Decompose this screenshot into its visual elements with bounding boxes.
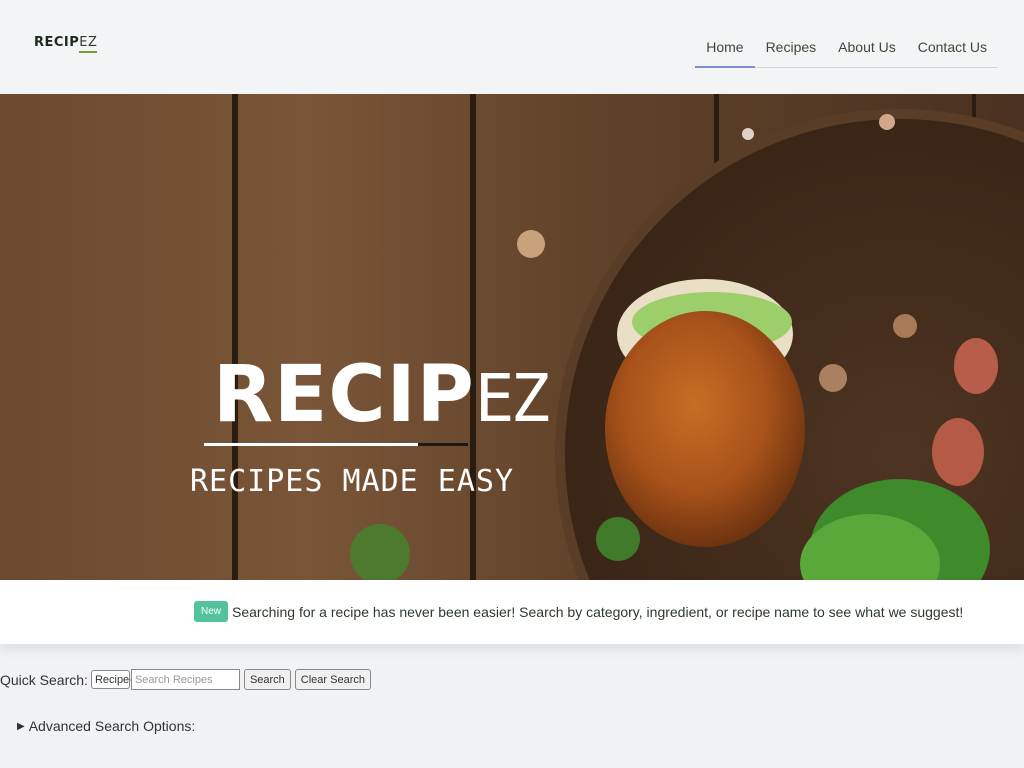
quick-search-bar: Quick Search: Recipe ⌵ Search Recipes Se… bbox=[0, 669, 371, 690]
hero-title-ez: EZ bbox=[474, 360, 551, 437]
hero-banner: RECIPEZ RECIPES MADE EASY bbox=[0, 94, 1024, 580]
hero-tagline: RECIPES MADE EASY bbox=[190, 464, 515, 499]
new-badge: New bbox=[194, 601, 229, 622]
logo-ez-text: EZ bbox=[79, 35, 98, 53]
advanced-search-toggle[interactable]: ▶ Advanced Search Options: bbox=[17, 718, 195, 734]
quick-search-label: Quick Search: bbox=[0, 671, 88, 688]
site-header: RECIPEZ Home Recipes About Us Contact Us bbox=[0, 0, 1024, 94]
announcement-bar: New Searching for a recipe has never bee… bbox=[0, 580, 1024, 644]
nav-contact-us[interactable]: Contact Us bbox=[907, 31, 998, 67]
nav-about-us[interactable]: About Us bbox=[827, 31, 907, 67]
announcement-text: Searching for a recipe has never been ea… bbox=[232, 603, 964, 620]
hero-background-image bbox=[0, 94, 1024, 580]
hero-divider-accent bbox=[418, 443, 468, 446]
hero-title: RECIPEZ bbox=[213, 356, 551, 437]
search-type-value: Recipe bbox=[94, 673, 130, 686]
nav-home[interactable]: Home bbox=[695, 31, 755, 68]
nav-recipes[interactable]: Recipes bbox=[755, 31, 828, 67]
main-nav: Home Recipes About Us Contact Us bbox=[695, 31, 998, 68]
advanced-search-label: Advanced Search Options: bbox=[28, 718, 196, 734]
clear-search-button[interactable]: Clear Search bbox=[294, 669, 371, 690]
site-logo[interactable]: RECIPEZ bbox=[34, 35, 98, 53]
search-input[interactable]: Search Recipes bbox=[130, 669, 240, 690]
hero-title-main: RECIP bbox=[213, 350, 475, 440]
logo-main-text: RECIP bbox=[34, 35, 80, 50]
disclosure-triangle-icon: ▶ bbox=[17, 720, 25, 732]
search-button[interactable]: Search bbox=[243, 669, 291, 690]
search-type-select[interactable]: Recipe ⌵ bbox=[90, 670, 135, 689]
